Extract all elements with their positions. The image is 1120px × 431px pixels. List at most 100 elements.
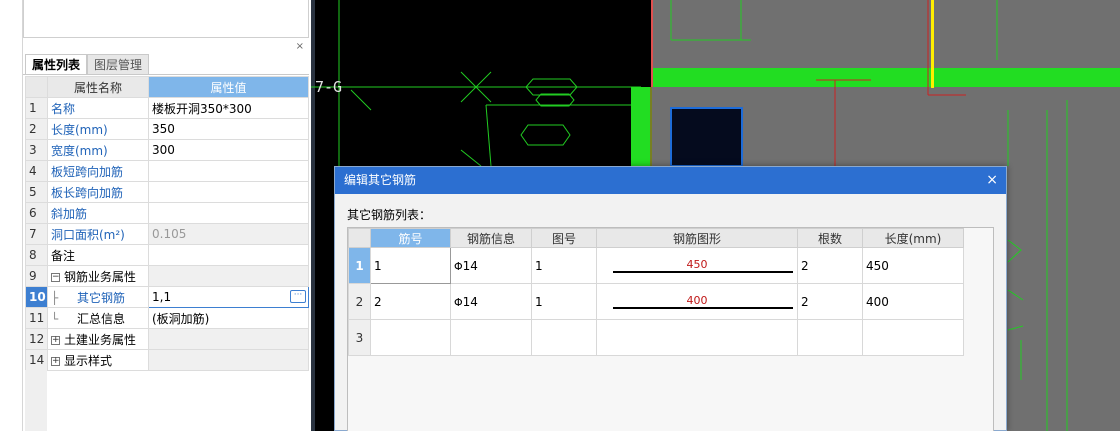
tab-layer-manager[interactable]: 图层管理 — [87, 54, 150, 74]
row-number[interactable]: 2 — [348, 283, 371, 320]
row-number: 11 — [25, 307, 48, 329]
header-corner — [348, 228, 371, 248]
property-row-selected[interactable]: 10 ├ 其它钢筋 1,1 ··· — [25, 286, 309, 308]
property-panel: × 属性列表 图层管理 属性名称 属性值 1 名称 楼板开洞350*300 2 … — [22, 0, 310, 431]
property-name: ├ 其它钢筋 — [47, 286, 149, 308]
collapse-icon[interactable]: − — [51, 272, 60, 282]
property-value[interactable]: 350 — [148, 118, 309, 140]
property-row[interactable]: 4 板短跨向加筋 — [25, 160, 309, 182]
header-rebar-info[interactable]: 钢筋信息 — [450, 228, 532, 248]
dialog-close-icon[interactable]: × — [986, 167, 998, 194]
row-number: 8 — [25, 244, 48, 266]
bar-number-cell[interactable]: 2 — [370, 283, 451, 320]
count-cell[interactable] — [797, 319, 863, 356]
header-property-name: 属性名称 — [47, 76, 149, 98]
header-count[interactable]: 根数 — [797, 228, 863, 248]
header-length[interactable]: 长度(mm) — [862, 228, 964, 248]
rebar-shape-cell[interactable]: 450 — [596, 247, 798, 284]
property-row[interactable]: 11 └ 汇总信息 (板洞加筋) — [25, 307, 309, 329]
dialog-titlebar[interactable]: 编辑其它钢筋 × — [335, 167, 1006, 194]
rebar-grid: 筋号 钢筋信息 图号 钢筋图形 根数 长度(mm) 1 1 Φ14 1 450 … — [347, 227, 994, 431]
property-value — [148, 328, 309, 350]
property-row[interactable]: 3 宽度(mm) 300 — [25, 139, 309, 161]
property-name: └ 汇总信息 — [47, 307, 149, 329]
property-row[interactable]: 2 长度(mm) 350 — [25, 118, 309, 140]
property-value[interactable]: 楼板开洞350*300 — [148, 97, 309, 119]
left-edge-strip — [0, 0, 22, 431]
header-rebar-shape[interactable]: 钢筋图形 — [596, 228, 798, 248]
row-header-fill — [25, 370, 47, 431]
property-row[interactable]: 1 名称 楼板开洞350*300 — [25, 97, 309, 119]
length-cell[interactable] — [862, 319, 964, 356]
length-cell[interactable]: 450 — [862, 247, 964, 284]
figure-number-cell[interactable]: 1 — [531, 283, 597, 320]
rebar-row[interactable]: 2 2 Φ14 1 400 2 400 — [348, 283, 964, 320]
rebar-row-empty[interactable]: 3 — [348, 319, 964, 356]
property-row[interactable]: 5 板长跨向加筋 — [25, 181, 309, 203]
figure-number-cell[interactable]: 1 — [531, 247, 597, 284]
property-row[interactable]: 7 洞口面积(m²) 0.105 — [25, 223, 309, 245]
expand-icon[interactable]: + — [51, 356, 60, 366]
property-group-row[interactable]: 9 − 钢筋业务属性 — [25, 265, 309, 287]
count-cell[interactable]: 2 — [797, 247, 863, 284]
row-number: 14 — [25, 349, 48, 371]
row-number: 9 — [25, 265, 48, 287]
property-name: 斜加筋 — [47, 202, 149, 224]
dialog-title: 编辑其它钢筋 — [344, 173, 417, 187]
property-value[interactable] — [148, 160, 309, 182]
property-value-editor[interactable]: 1,1 ··· — [148, 286, 309, 308]
shape-dimension: 400 — [686, 294, 708, 307]
rebar-table-header: 筋号 钢筋信息 图号 钢筋图形 根数 长度(mm) — [348, 228, 964, 248]
rebar-diameter: 14 — [462, 294, 478, 309]
property-row[interactable]: 8 备注 — [25, 244, 309, 266]
row-number: 3 — [25, 139, 48, 161]
property-group-name[interactable]: + 土建业务属性 — [47, 328, 149, 350]
header-property-value: 属性值 — [148, 76, 309, 98]
header-bar-number[interactable]: 筋号 — [370, 228, 451, 248]
row-number: 5 — [25, 181, 48, 203]
property-value[interactable] — [148, 181, 309, 203]
grade-symbol-icon: Φ — [454, 295, 463, 309]
rebar-info-cell[interactable]: Φ14 — [450, 283, 532, 320]
property-value[interactable]: (板洞加筋) — [148, 307, 309, 329]
rebar-shape-cell[interactable]: 400 — [596, 283, 798, 320]
rebar-info-cell[interactable] — [450, 319, 532, 356]
rebar-shape-line — [613, 271, 793, 273]
property-value-text[interactable]: 1,1 — [152, 290, 171, 304]
property-name: 名称 — [47, 97, 149, 119]
figure-number-cell[interactable] — [531, 319, 597, 356]
rebar-row-selected[interactable]: 1 1 Φ14 1 450 2 450 — [348, 247, 964, 284]
expand-icon[interactable]: + — [51, 335, 60, 345]
property-value[interactable] — [148, 244, 309, 266]
property-group-name[interactable]: − 钢筋业务属性 — [47, 265, 149, 287]
property-row[interactable]: 6 斜加筋 — [25, 202, 309, 224]
row-number: 4 — [25, 160, 48, 182]
bar-number-cell[interactable] — [370, 319, 451, 356]
row-number[interactable]: 1 — [348, 247, 371, 284]
edit-other-rebar-dialog: 编辑其它钢筋 × 其它钢筋列表： 筋号 钢筋信息 图号 钢筋图形 根数 长度(m… — [334, 166, 1007, 431]
property-name: 板短跨向加筋 — [47, 160, 149, 182]
property-group-row[interactable]: 12 + 土建业务属性 — [25, 328, 309, 350]
property-group-name[interactable]: + 显示样式 — [47, 349, 149, 371]
rebar-shape-line — [613, 307, 793, 309]
panel-close-icon[interactable]: × — [296, 41, 304, 53]
property-group-row[interactable]: 14 + 显示样式 — [25, 349, 309, 371]
length-cell[interactable]: 400 — [862, 283, 964, 320]
ellipsis-button[interactable]: ··· — [290, 290, 306, 303]
row-number[interactable]: 3 — [348, 319, 371, 356]
property-name: 长度(mm) — [47, 118, 149, 140]
panel-top-area — [23, 0, 309, 38]
row-number: 1 — [25, 97, 48, 119]
tab-property-list[interactable]: 属性列表 — [25, 54, 88, 74]
header-figure-number[interactable]: 图号 — [531, 228, 597, 248]
rebar-shape-cell[interactable] — [596, 319, 798, 356]
property-value[interactable] — [148, 202, 309, 224]
bar-number-cell[interactable]: 1 — [370, 247, 451, 284]
property-value[interactable]: 300 — [148, 139, 309, 161]
rebar-list-label: 其它钢筋列表： — [347, 208, 432, 222]
axis-label: 7-G — [315, 78, 343, 96]
count-cell[interactable]: 2 — [797, 283, 863, 320]
property-table-header: 属性名称 属性值 — [25, 76, 309, 98]
rebar-info-cell[interactable]: Φ14 — [450, 247, 532, 284]
property-table: 属性名称 属性值 1 名称 楼板开洞350*300 2 长度(mm) 350 3… — [25, 76, 309, 371]
